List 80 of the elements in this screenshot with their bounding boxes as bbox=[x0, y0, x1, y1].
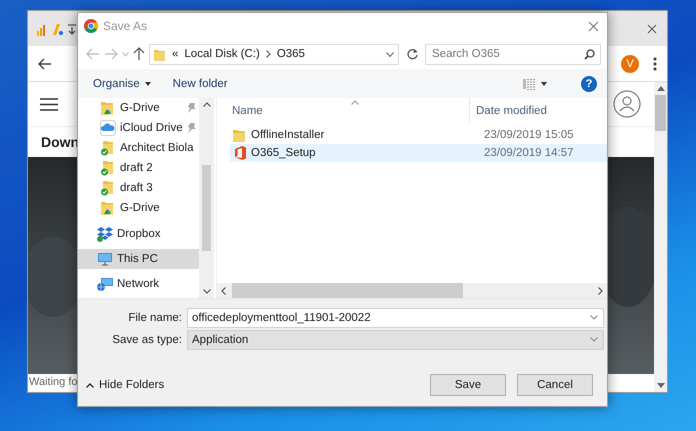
network-icon bbox=[97, 276, 113, 292]
caret-icon bbox=[144, 82, 151, 86]
page-heading: Down bbox=[41, 134, 80, 150]
nav-item[interactable]: Dropbox bbox=[78, 224, 199, 244]
drive-folder-icon bbox=[100, 100, 116, 116]
file-name-field[interactable]: officedeploymenttool_11901-20022 bbox=[187, 308, 604, 328]
computer-icon bbox=[97, 251, 113, 267]
scroll-thumb[interactable] bbox=[232, 283, 463, 298]
more-menu-icon[interactable] bbox=[653, 56, 657, 70]
folder-icon bbox=[154, 48, 166, 60]
scroll-down-icon[interactable] bbox=[656, 383, 664, 388]
close-icon[interactable] bbox=[588, 20, 599, 32]
dialog-button[interactable]: Save bbox=[430, 374, 506, 396]
scroll-up-icon[interactable] bbox=[656, 86, 664, 91]
nav-item[interactable]: iCloud Drive bbox=[78, 118, 199, 138]
caret-icon[interactable] bbox=[386, 52, 394, 56]
close-icon[interactable] bbox=[647, 24, 657, 34]
caret-icon[interactable] bbox=[590, 337, 598, 342]
chevron-right-icon bbox=[266, 50, 271, 58]
nav-item[interactable]: draft 2 bbox=[78, 158, 199, 178]
details-view-icon bbox=[523, 78, 536, 90]
dialog-button[interactable]: Cancel bbox=[517, 374, 593, 396]
organise-menu[interactable]: Organise bbox=[93, 78, 151, 90]
breadcrumb-item[interactable]: O365 bbox=[276, 48, 305, 60]
file-name: OfflineInstaller bbox=[251, 129, 324, 141]
synced-folder-icon bbox=[100, 180, 116, 196]
file-date: 23/09/2019 15:05 bbox=[484, 129, 574, 141]
scrollbar[interactable] bbox=[654, 82, 667, 392]
column-header[interactable]: Name bbox=[217, 105, 469, 123]
help-button[interactable]: ? bbox=[581, 76, 597, 92]
nav-item[interactable]: This PC bbox=[78, 249, 199, 269]
chart-icon[interactable] bbox=[51, 22, 63, 36]
scroll-thumb[interactable] bbox=[202, 165, 211, 251]
back-arrow-icon[interactable] bbox=[38, 58, 52, 70]
menu-icon[interactable] bbox=[40, 98, 58, 110]
caret-icon bbox=[541, 82, 547, 86]
address-bar[interactable]: « Local Disk (C:) O365 bbox=[149, 44, 399, 64]
download-icon[interactable] bbox=[66, 22, 78, 36]
search-icon bbox=[584, 48, 595, 60]
nav-item[interactable]: G-Drive bbox=[78, 98, 199, 118]
nav-item[interactable]: Architect Biola bbox=[78, 138, 199, 158]
scrollbar[interactable] bbox=[217, 283, 607, 298]
refresh-icon[interactable] bbox=[406, 48, 418, 60]
synced-folder-icon bbox=[100, 140, 116, 156]
caret-icon[interactable] bbox=[590, 315, 598, 320]
file-name: O365_Setup bbox=[251, 147, 316, 159]
overflow-mark[interactable]: « bbox=[172, 48, 178, 60]
nav-item[interactable]: G-Drive bbox=[78, 198, 199, 218]
breadcrumb-item[interactable]: Local Disk (C:) bbox=[184, 48, 260, 60]
new-folder-button[interactable]: New folder bbox=[172, 78, 228, 90]
office-icon bbox=[233, 146, 246, 160]
search-field[interactable]: Search O365 bbox=[425, 44, 601, 64]
file-date: 23/09/2019 14:57 bbox=[484, 147, 574, 159]
nav-item[interactable]: draft 3 bbox=[78, 178, 199, 198]
view-menu[interactable] bbox=[523, 78, 547, 90]
file-type-dropdown[interactable]: Application bbox=[187, 330, 604, 350]
column-header[interactable]: Date modified bbox=[469, 98, 607, 123]
field-label: File name: bbox=[127, 312, 183, 324]
dropbox-icon bbox=[97, 226, 113, 242]
scroll-thumb[interactable] bbox=[655, 95, 666, 131]
drive-folder-icon bbox=[100, 200, 116, 216]
file-row[interactable]: O365_Setup 23/09/2019 14:57 bbox=[230, 144, 607, 162]
synced-folder-icon bbox=[100, 160, 116, 176]
scroll-up-icon[interactable] bbox=[202, 102, 210, 107]
chevron-up-icon bbox=[86, 382, 94, 388]
scroll-left-icon[interactable] bbox=[221, 286, 226, 294]
up-arrow-icon[interactable] bbox=[133, 47, 145, 61]
hide-folders-button[interactable]: Hide Folders bbox=[86, 379, 164, 391]
nav-item[interactable]: Network bbox=[78, 274, 199, 294]
profile-icon[interactable] bbox=[613, 90, 641, 118]
chrome-icon bbox=[84, 19, 98, 33]
window-title: Save As bbox=[103, 19, 148, 33]
cloud-icon bbox=[100, 120, 116, 136]
folder-icon bbox=[233, 128, 246, 142]
scroll-down-icon[interactable] bbox=[202, 289, 210, 294]
scroll-right-icon[interactable] bbox=[598, 286, 603, 294]
scrollbar[interactable] bbox=[199, 98, 214, 298]
field-label: Save as type: bbox=[111, 334, 183, 346]
file-row[interactable]: OfflineInstaller 23/09/2019 15:05 bbox=[230, 126, 607, 144]
sort-caret-icon bbox=[351, 100, 359, 105]
